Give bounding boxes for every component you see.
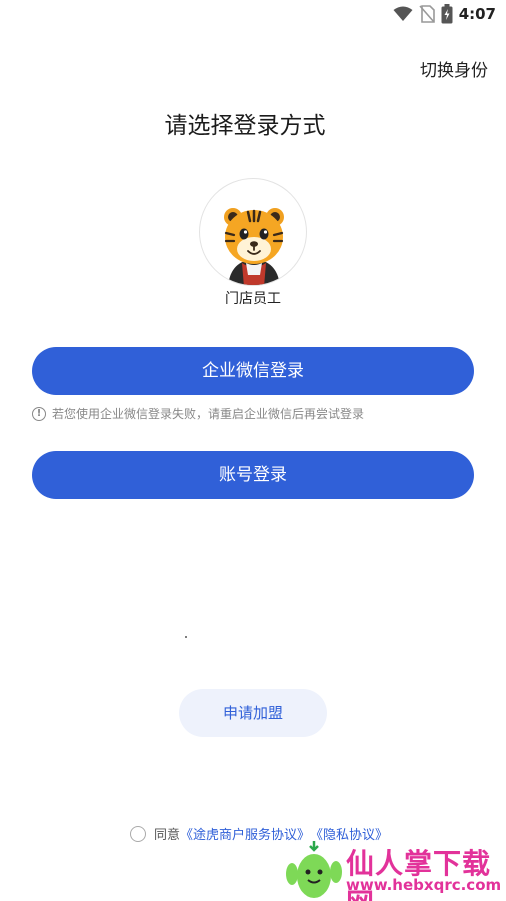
wecom-login-hint: ! 若您使用企业微信登录失败，请重启企业微信后再尝试登录 [32,405,364,422]
status-icons: 4:07 [393,4,496,24]
battery-charging-icon [441,4,453,24]
page-title: 请选择登录方式 [164,113,326,139]
switch-identity-link[interactable]: 切换身份 [420,56,488,81]
wecom-login-button[interactable]: 企业微信登录 [32,347,474,395]
status-bar: 4:07 [0,0,506,28]
wifi-icon [393,6,413,21]
watermark-url: www.hebxqrc.com [346,876,502,894]
agreement-checkbox[interactable] [130,825,146,842]
watermark: 仙人掌下载网 www.hebxqrc.com [280,838,506,901]
stray-dot [185,636,187,638]
no-sim-icon [419,5,435,23]
role-label: 门店员工 [225,291,281,307]
role-avatar[interactable] [199,178,307,286]
info-icon: ! [32,406,46,421]
hint-text: 若您使用企业微信登录失败，请重启企业微信后再尝试登录 [52,407,365,421]
account-login-button[interactable]: 账号登录 [32,451,474,499]
apply-join-button[interactable]: 申请加盟 [179,689,327,737]
tiger-avatar-icon [224,208,284,285]
agreement-prefix: 同意 [154,828,181,843]
cactus-logo-icon [286,841,342,898]
clock: 4:07 [458,5,496,23]
